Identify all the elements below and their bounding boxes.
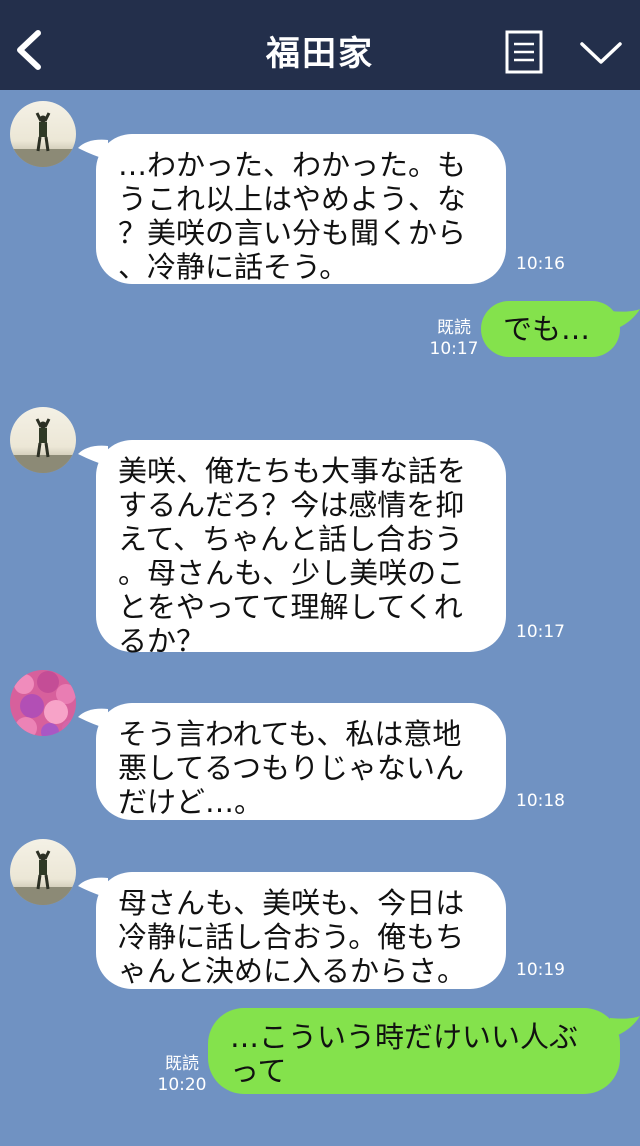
- notes-icon[interactable]: [505, 30, 543, 74]
- read-receipt: 既読 10:17: [428, 318, 480, 360]
- message-time: 10:17: [516, 622, 565, 642]
- message-text: そう言われても、私は意地 悪してるつもりじゃないん だけど…。: [118, 717, 464, 819]
- message-time: 10:17: [429, 339, 479, 359]
- man-silhouette-avatar[interactable]: [10, 407, 76, 473]
- message-text: でも…: [503, 312, 591, 346]
- flower-avatar[interactable]: [10, 670, 76, 736]
- chat-header: 福田家: [0, 0, 640, 90]
- chat-title: 福田家: [266, 34, 374, 74]
- read-label: 既読: [437, 318, 471, 338]
- message-text: 美咲、俺たちも大事な話を するんだろ？今は感情を抑 えて、ちゃんと話し合おう 。…: [118, 454, 467, 658]
- read-label: 既読: [165, 1054, 199, 1074]
- message-bubble[interactable]: 美咲、俺たちも大事な話を するんだろ？今は感情を抑 えて、ちゃんと話し合おう 。…: [78, 440, 506, 658]
- man-silhouette-avatar[interactable]: [10, 839, 76, 905]
- message-time: 10:16: [516, 254, 565, 274]
- man-silhouette-avatar[interactable]: [10, 101, 76, 167]
- message-time: 10:18: [516, 791, 565, 811]
- message-bubble[interactable]: 母さんも、美咲も、今日は 冷静に話し合おう。俺もち ゃんと決めに入るからさ。: [78, 872, 506, 989]
- message-time: 10:20: [157, 1075, 207, 1095]
- chevron-down-icon[interactable]: [578, 38, 624, 68]
- message-time: 10:19: [516, 960, 565, 980]
- message-text: 母さんも、美咲も、今日は 冷静に話し合おう。俺もち ゃんと決めに入るからさ。: [118, 886, 467, 988]
- message-bubble[interactable]: そう言われても、私は意地 悪してるつもりじゃないん だけど…。: [78, 703, 506, 820]
- message-text: …こういう時だけいい人ぶ って: [230, 1020, 579, 1088]
- message-bubble-outgoing[interactable]: …こういう時だけいい人ぶ って: [208, 1008, 640, 1094]
- read-receipt: 既読 10:20: [156, 1054, 208, 1096]
- message-bubble[interactable]: …わかった、わかった。も うこれ以上はやめよう、な ？美咲の言い分も聞くから 、…: [78, 134, 506, 284]
- message-bubble-outgoing[interactable]: でも…: [481, 301, 640, 357]
- message-text: …わかった、わかった。も うこれ以上はやめよう、な ？美咲の言い分も聞くから 、…: [118, 148, 467, 284]
